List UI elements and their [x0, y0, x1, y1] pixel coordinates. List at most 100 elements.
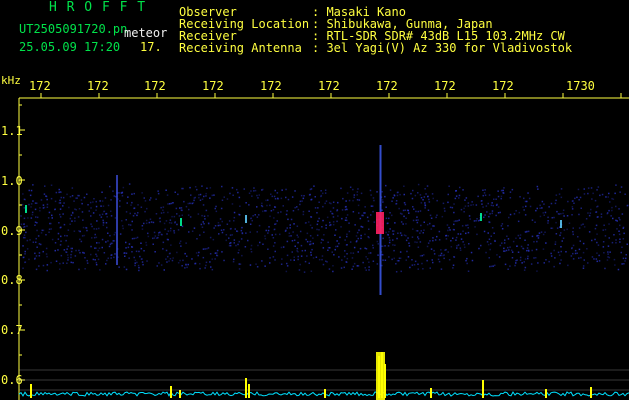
noise-pixel — [276, 192, 279, 194]
noise-pixel — [467, 270, 470, 272]
noise-pixel — [119, 200, 121, 202]
noise-pixel — [562, 209, 565, 211]
noise-pixel — [300, 255, 303, 257]
noise-pixel — [548, 206, 550, 208]
noise-pixel — [158, 262, 160, 264]
noise-pixel — [523, 209, 525, 211]
noise-pixel — [167, 255, 169, 258]
noise-pixel — [188, 208, 190, 211]
noise-pixel — [42, 250, 44, 253]
noise-pixel — [187, 214, 190, 216]
noise-pixel — [456, 220, 459, 222]
noise-pixel — [82, 219, 84, 221]
noise-pixel — [400, 234, 403, 237]
noise-pixel — [321, 258, 323, 261]
noise-pixel — [391, 200, 393, 202]
noise-pixel — [332, 221, 335, 223]
noise-pixel — [141, 192, 143, 194]
noise-pixel — [73, 230, 76, 232]
noise-pixel — [465, 232, 467, 235]
noise-pixel — [527, 244, 529, 246]
noise-pixel — [497, 206, 500, 208]
noise-pixel — [211, 194, 213, 197]
noise-pixel — [59, 208, 62, 210]
noise-pixel — [310, 199, 312, 201]
noise-pixel — [402, 223, 404, 225]
noise-pixel — [232, 194, 234, 196]
noise-pixel — [204, 248, 206, 250]
noise-pixel — [24, 261, 26, 264]
noise-pixel — [65, 239, 67, 242]
noise-pixel — [490, 235, 492, 237]
noise-pixel — [395, 271, 398, 273]
noise-pixel — [94, 233, 96, 236]
noise-pixel — [345, 208, 348, 210]
noise-pixel — [248, 192, 251, 194]
noise-pixel — [416, 230, 419, 232]
noise-pixel — [265, 229, 267, 232]
noise-pixel — [341, 259, 343, 261]
noise-pixel — [467, 224, 469, 226]
noise-pixel — [385, 231, 387, 234]
noise-pixel — [537, 188, 539, 190]
noise-pixel — [517, 234, 520, 237]
noise-pixel — [220, 207, 223, 210]
noise-pixel — [126, 202, 128, 204]
noise-pixel — [238, 196, 241, 199]
noise-pixel — [152, 221, 155, 224]
noise-pixel — [419, 241, 422, 243]
noise-pixel — [285, 270, 288, 273]
spectrum-spike — [430, 388, 432, 398]
noise-pixel — [101, 238, 104, 241]
noise-pixel — [571, 200, 574, 202]
noise-pixel — [154, 251, 156, 253]
noise-pixel — [618, 208, 620, 210]
noise-pixel — [604, 267, 606, 270]
noise-pixel — [548, 260, 550, 263]
noise-pixel — [274, 206, 276, 208]
noise-pixel — [51, 214, 53, 217]
noise-pixel — [407, 256, 410, 258]
noise-pixel — [572, 233, 574, 236]
noise-pixel — [416, 241, 418, 244]
noise-pixel — [524, 214, 527, 216]
noise-pixel — [274, 189, 276, 192]
noise-pixel — [369, 189, 372, 192]
noise-pixel — [101, 191, 103, 193]
noise-pixel — [593, 258, 595, 260]
noise-pixel — [134, 212, 136, 215]
noise-pixel — [413, 264, 416, 266]
noise-pixel — [153, 237, 156, 239]
noise-pixel — [82, 226, 85, 229]
noise-pixel — [487, 232, 489, 234]
noise-pixel — [125, 211, 128, 213]
noise-pixel — [60, 254, 63, 257]
noise-pixel — [175, 207, 178, 210]
noise-pixel — [353, 196, 355, 199]
noise-pixel — [267, 232, 269, 234]
noise-pixel — [496, 203, 498, 206]
noise-pixel — [205, 192, 207, 195]
noise-pixel — [466, 257, 468, 260]
noise-pixel — [310, 243, 312, 245]
noise-pixel — [604, 235, 607, 237]
noise-pixel — [305, 238, 307, 241]
noise-pixel — [469, 218, 471, 220]
noise-pixel — [90, 253, 92, 256]
noise-pixel — [109, 185, 111, 188]
noise-pixel — [539, 204, 541, 207]
noise-pixel — [602, 241, 605, 243]
noise-pixel — [598, 254, 600, 257]
noise-pixel — [494, 239, 496, 242]
noise-pixel — [214, 258, 216, 260]
noise-pixel — [127, 246, 130, 249]
noise-pixel — [412, 219, 415, 222]
noise-pixel — [262, 243, 264, 245]
noise-pixel — [215, 205, 217, 208]
noise-pixel — [207, 247, 210, 249]
noise-pixel — [544, 231, 546, 233]
noise-pixel — [114, 253, 116, 255]
noise-pixel — [345, 217, 347, 219]
noise-pixel — [365, 269, 367, 271]
meteor-echoes — [25, 145, 562, 295]
